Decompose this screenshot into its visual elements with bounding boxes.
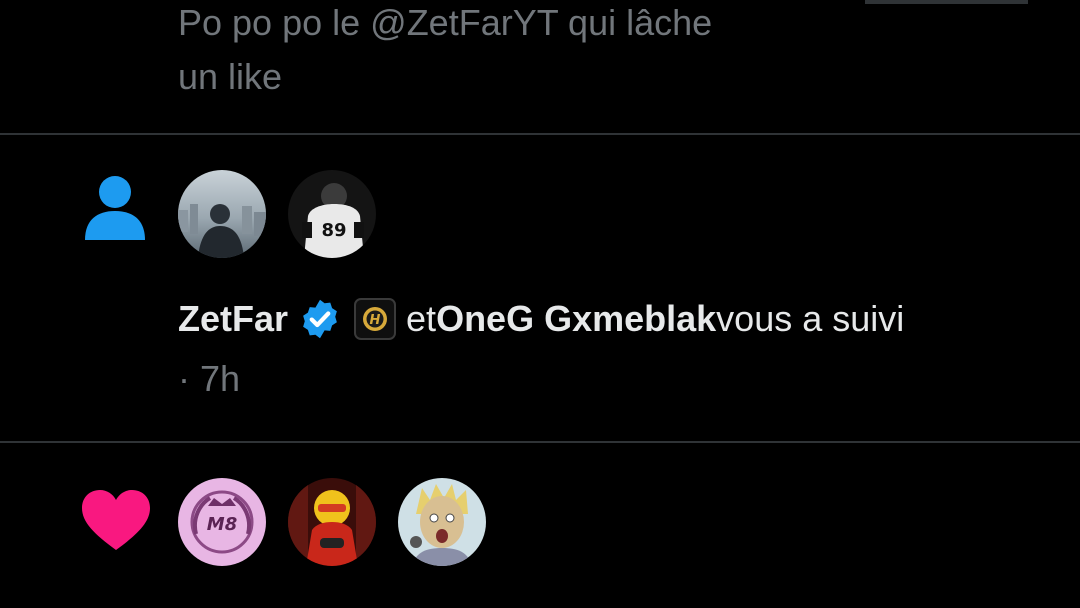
embedded-media-edge	[865, 0, 1028, 4]
affiliate-badge-icon: H	[354, 298, 397, 340]
verified-badge-icon	[298, 297, 342, 341]
svg-text:M8: M8	[207, 514, 237, 535]
avatar-racer[interactable]	[288, 478, 376, 566]
divider	[0, 133, 1080, 135]
user-name-zetfar[interactable]: ZetFar	[178, 298, 288, 340]
person-icon	[83, 174, 147, 247]
divider	[0, 441, 1080, 443]
svg-text:H: H	[370, 313, 381, 328]
avatar-m8[interactable]: M8	[178, 478, 266, 566]
previous-notification-text: Po po po le @ZetFarYT qui lâche un like	[178, 0, 818, 104]
previous-notification-line-1: Po po po le @ZetFarYT qui lâche	[178, 2, 713, 43]
heart-icon	[80, 488, 152, 557]
avatar-zetfar[interactable]	[178, 170, 266, 258]
connector-text: et	[406, 298, 437, 339]
svg-text:89: 89	[321, 220, 346, 241]
avatar-oneg-gxmeblak[interactable]: 89	[288, 170, 376, 258]
avatar-anime[interactable]	[398, 478, 486, 566]
follow-notification-text: ZetFar H et OneG Gxmeblak vous a suivi	[178, 296, 904, 342]
previous-notification-line-2: un like	[178, 56, 283, 97]
notification-time: · 7h	[178, 358, 241, 399]
action-text: vous a suivi	[716, 298, 905, 339]
user-name-oneg-gxmeblak[interactable]: OneG Gxmeblak	[436, 298, 716, 340]
